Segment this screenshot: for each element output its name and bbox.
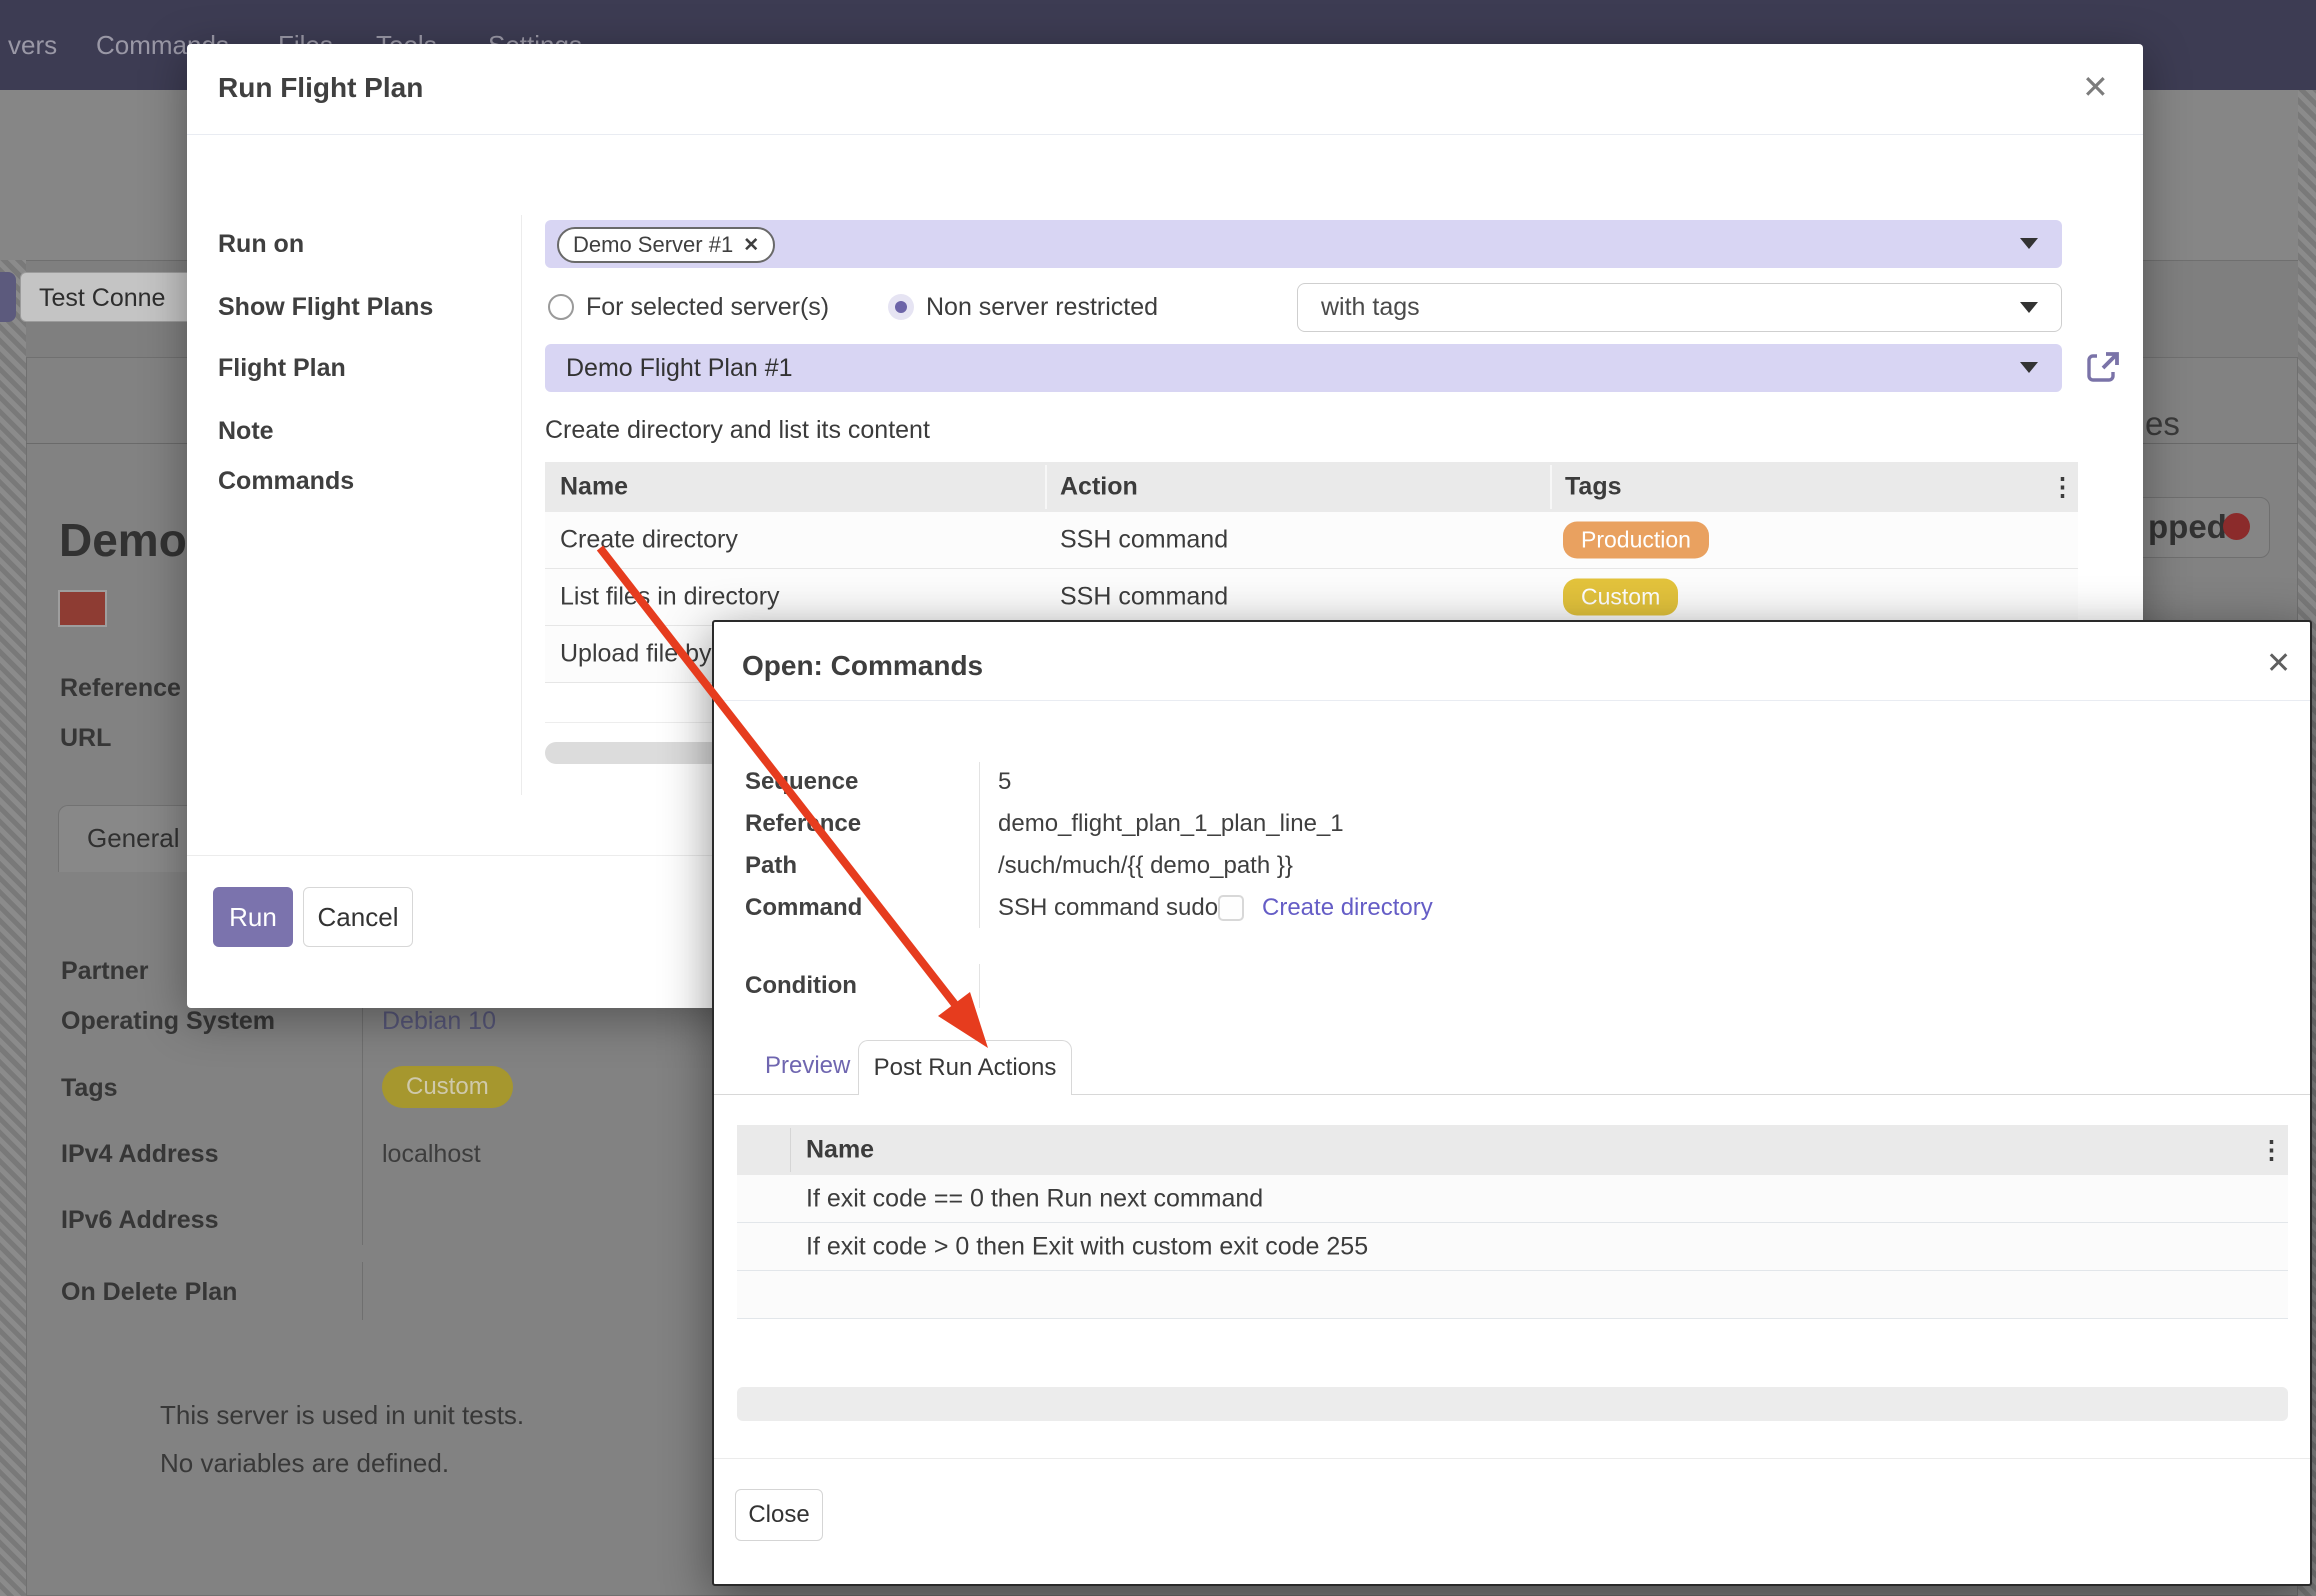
status-label-fragment: pped xyxy=(2148,508,2227,546)
horizontal-scrollbar[interactable] xyxy=(737,1387,2288,1421)
close-button[interactable]: Close xyxy=(735,1489,823,1541)
table-row[interactable]: List files in directory SSH command Cust… xyxy=(545,569,2078,626)
server-chip-label: Demo Server #1 xyxy=(573,232,733,258)
row-action: SSH command xyxy=(1060,526,1228,555)
field-label-on-delete-plan: On Delete Plan xyxy=(61,1278,237,1307)
field-separator xyxy=(362,1000,363,1245)
table-options-icon[interactable]: ⋮ xyxy=(2259,1135,2284,1165)
commands-table-header: Name Action Tags ⋮ xyxy=(545,462,2078,512)
cancel-button[interactable]: Cancel xyxy=(303,887,413,947)
col-header-action[interactable]: Action xyxy=(1060,473,1138,502)
label-show-flight-plans: Show Flight Plans xyxy=(218,293,433,322)
create-directory-link[interactable]: Create directory xyxy=(1262,894,1433,922)
field-label-os: Operating System xyxy=(61,1007,275,1036)
flight-plan-note: Create directory and list its content xyxy=(545,416,930,445)
label-note: Note xyxy=(218,417,274,446)
field-label-partner: Partner xyxy=(61,957,149,986)
col-header-name[interactable]: Name xyxy=(806,1136,874,1165)
label-path: Path xyxy=(745,852,797,880)
col-header-tags[interactable]: Tags xyxy=(1565,473,1622,502)
chip-remove-icon[interactable]: ✕ xyxy=(743,234,759,257)
column-divider xyxy=(1045,465,1047,509)
run-modal-title: Run Flight Plan xyxy=(218,72,423,104)
modal-footer-divider xyxy=(714,1458,2310,1459)
label-column-divider xyxy=(521,215,522,795)
modal-header-divider xyxy=(187,134,2143,135)
column-divider xyxy=(790,1128,791,1172)
server-note-line2: No variables are defined. xyxy=(160,1448,449,1479)
page-edge-left xyxy=(0,260,26,1596)
label-command: Command xyxy=(745,894,862,922)
label-reference: Reference xyxy=(745,810,861,838)
status-red-dot-icon xyxy=(2223,513,2250,540)
field-label-url: URL xyxy=(60,724,111,753)
with-tags-select[interactable]: with tags xyxy=(1297,283,2062,332)
column-divider xyxy=(1550,465,1552,509)
value-path: /such/much/{{ demo_path }} xyxy=(998,852,1293,880)
field-label-ipv6: IPv6 Address xyxy=(61,1206,218,1235)
tag-badge-custom: Custom xyxy=(1563,579,1678,616)
modal-header-divider xyxy=(714,700,2310,701)
value-sequence: 5 xyxy=(998,768,1011,796)
server-color-swatch[interactable] xyxy=(58,590,107,627)
tab-preview[interactable]: Preview xyxy=(765,1052,850,1080)
tag-badge-custom: Custom xyxy=(382,1066,513,1108)
ipv4-value: localhost xyxy=(382,1140,481,1169)
header-tab-fragment: es xyxy=(2145,405,2180,443)
screen: vers Commands Files Tools Settings Test … xyxy=(0,0,2316,1596)
chevron-down-icon[interactable] xyxy=(2020,302,2038,313)
external-link-icon[interactable] xyxy=(2083,348,2123,388)
field-column-divider xyxy=(979,964,980,1008)
row-name: If exit code == 0 then Run next command xyxy=(806,1184,1263,1213)
table-row[interactable]: Create directory SSH command Production xyxy=(545,512,2078,569)
radio-label-selected-servers[interactable]: For selected server(s) xyxy=(586,293,829,322)
radio-for-selected-servers[interactable] xyxy=(548,294,574,320)
row-name: Create directory xyxy=(560,526,738,555)
field-label-ipv4: IPv4 Address xyxy=(61,1140,218,1169)
label-flight-plan: Flight Plan xyxy=(218,354,346,383)
label-sequence: Sequence xyxy=(745,768,858,796)
table-row-empty xyxy=(737,1271,2288,1319)
label-run-on: Run on xyxy=(218,230,304,259)
tag-badge-production: Production xyxy=(1563,522,1709,559)
radio-label-non-server[interactable]: Non server restricted xyxy=(926,293,1158,322)
table-row[interactable]: If exit code == 0 then Run next command xyxy=(737,1175,2288,1223)
table-options-icon[interactable]: ⋮ xyxy=(2050,472,2075,502)
action-button-stub[interactable] xyxy=(0,272,16,322)
os-value-link[interactable]: Debian 10 xyxy=(382,1007,496,1036)
table-row[interactable]: If exit code > 0 then Exit with custom e… xyxy=(737,1223,2288,1271)
field-separator xyxy=(362,1262,363,1320)
label-condition: Condition xyxy=(745,972,857,1000)
server-note-line1: This server is used in unit tests. xyxy=(160,1400,524,1431)
chevron-down-icon[interactable] xyxy=(2020,238,2038,249)
label-commands: Commands xyxy=(218,467,354,496)
flight-plan-select[interactable]: Demo Flight Plan #1 xyxy=(545,344,2062,392)
field-label-reference: Reference xyxy=(60,674,181,703)
post-run-table-header: Name ⋮ xyxy=(737,1125,2288,1175)
close-icon[interactable]: ✕ xyxy=(2082,68,2109,106)
row-name: List files in directory xyxy=(560,583,780,612)
value-command: SSH command sudo xyxy=(998,894,1218,922)
nav-item-servers[interactable]: vers xyxy=(8,0,57,90)
open-commands-modal xyxy=(712,620,2312,1586)
run-button[interactable]: Run xyxy=(213,887,293,947)
value-reference: demo_flight_plan_1_plan_line_1 xyxy=(998,810,1344,838)
chevron-down-icon[interactable] xyxy=(2020,362,2038,373)
radio-non-server-restricted[interactable] xyxy=(888,294,914,320)
col-header-name[interactable]: Name xyxy=(560,473,628,502)
row-action: SSH command xyxy=(1060,583,1228,612)
command-checkbox[interactable] xyxy=(1218,895,1244,921)
field-column-divider xyxy=(979,762,980,928)
field-label-tags: Tags xyxy=(61,1074,118,1103)
row-name: Upload file by xyxy=(560,640,711,669)
server-chip[interactable]: Demo Server #1 ✕ xyxy=(557,227,775,263)
server-title: Demo xyxy=(59,513,187,567)
tab-post-run-actions[interactable]: Post Run Actions xyxy=(858,1040,1072,1095)
close-icon[interactable]: ✕ xyxy=(2266,646,2291,681)
row-name: If exit code > 0 then Exit with custom e… xyxy=(806,1232,1368,1261)
commands-modal-title: Open: Commands xyxy=(742,650,983,682)
